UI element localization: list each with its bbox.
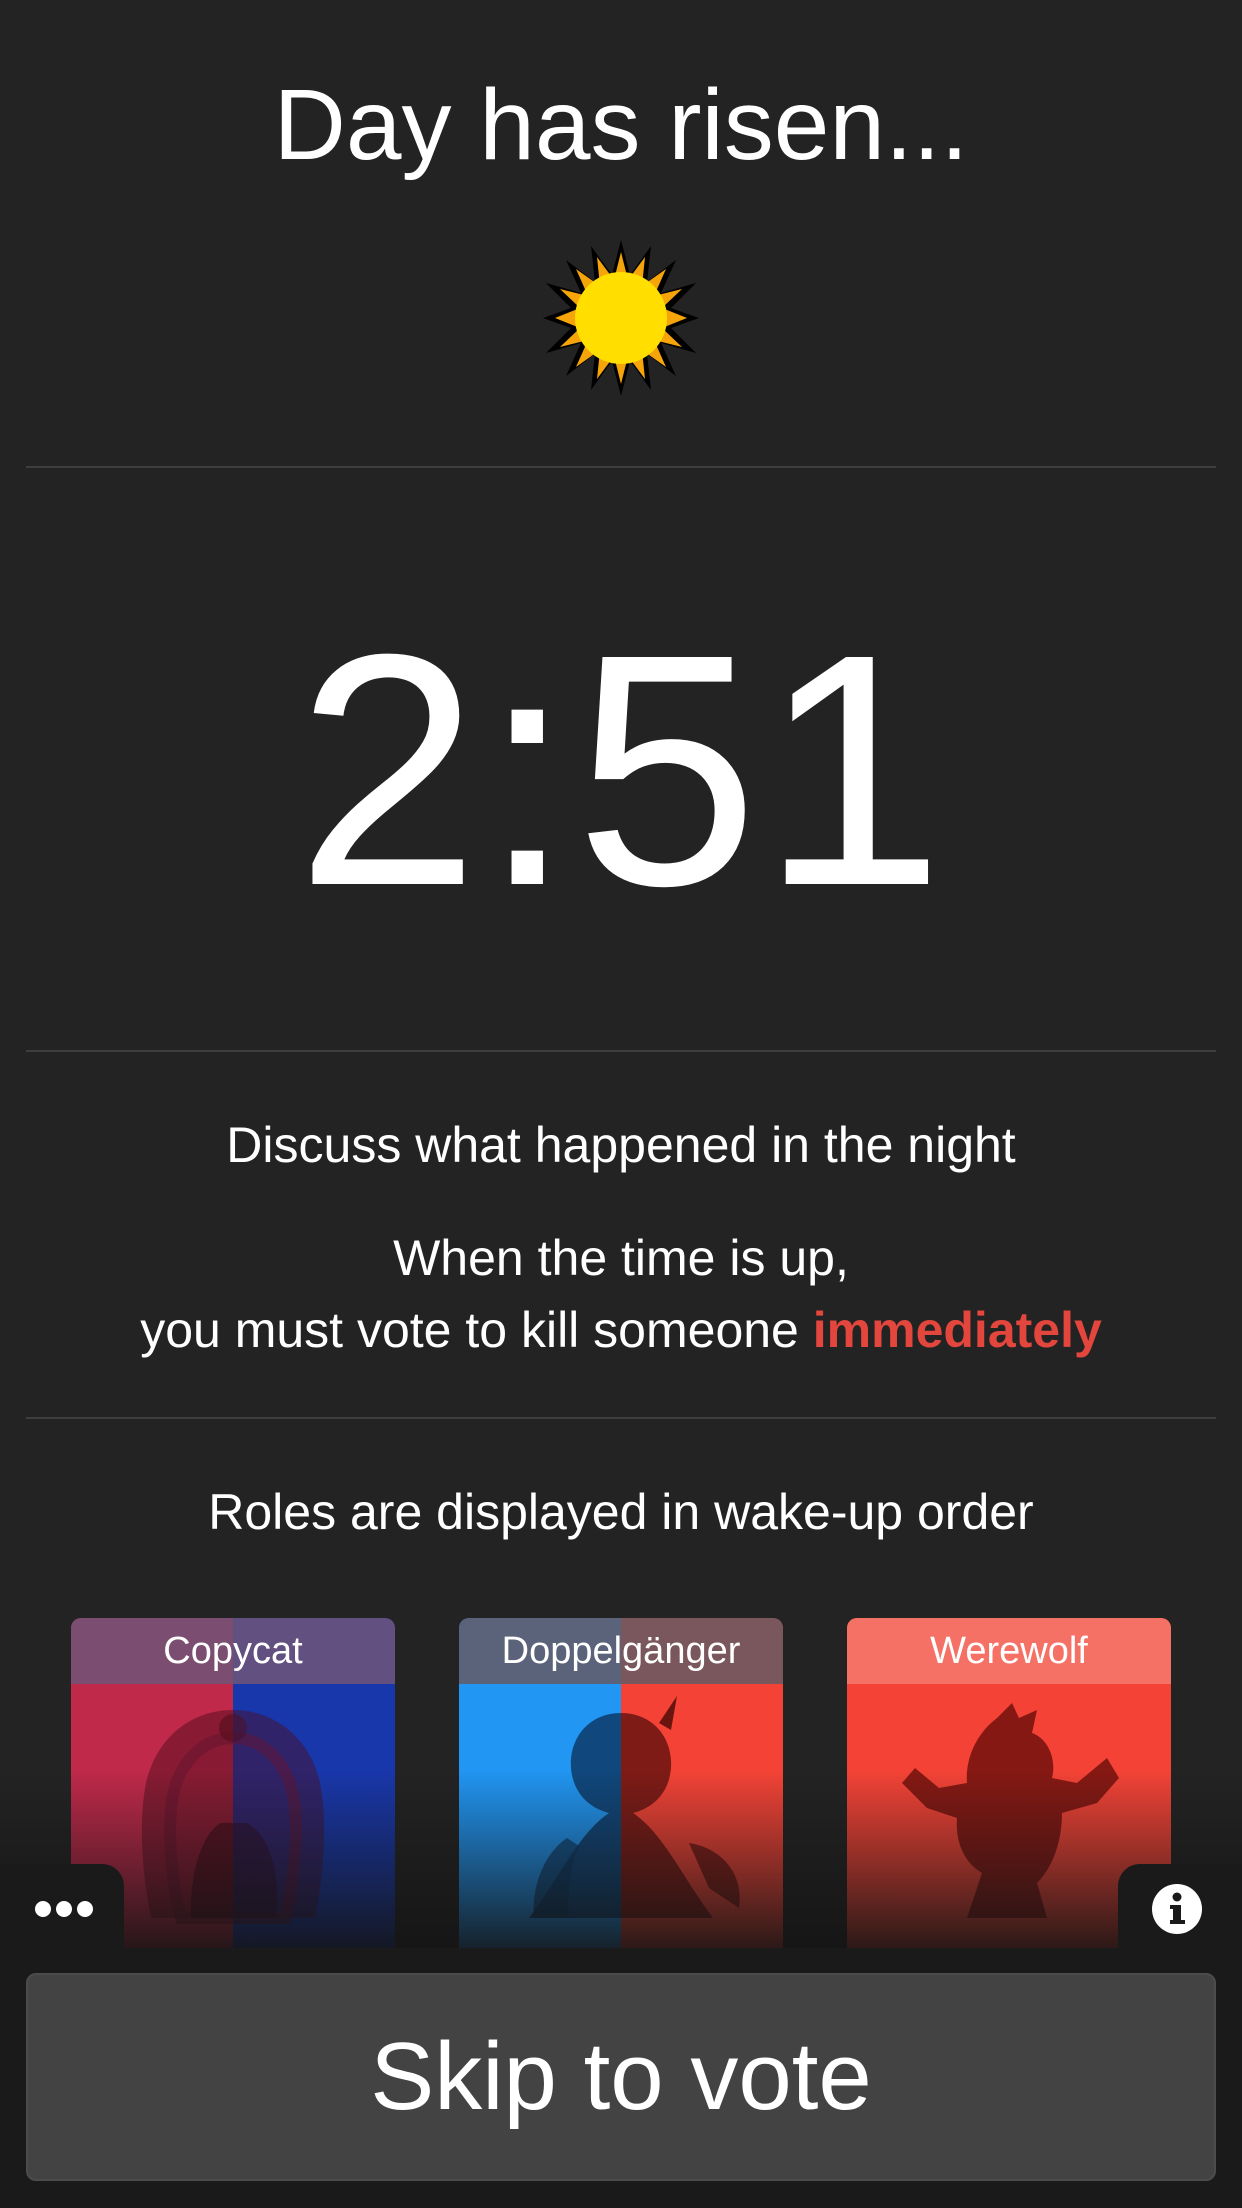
countdown-timer: 2:51 — [295, 585, 947, 954]
info-button[interactable] — [1118, 1864, 1242, 1954]
role-name: Doppelgänger — [459, 1618, 783, 1684]
role-card-doppelganger[interactable]: Doppelgänger — [459, 1618, 783, 1958]
emphasis-text: immediately — [812, 1302, 1102, 1358]
more-menu-button[interactable] — [0, 1864, 124, 1954]
role-cards: Copycat Doppelgänger Werewolf — [0, 1618, 1242, 1958]
divider — [26, 466, 1216, 468]
role-name: Werewolf — [847, 1618, 1171, 1684]
page-title: Day has risen... — [273, 69, 969, 181]
day-phase-screen: Day has risen... 2:51 Discuss what happe… — [0, 0, 1242, 2208]
skip-to-vote-button[interactable]: Skip to vote — [26, 1973, 1216, 2181]
vote-instruction-line1: When the time is up, — [393, 1230, 849, 1286]
role-name: Copycat — [71, 1618, 395, 1684]
divider — [26, 1050, 1216, 1052]
more-dots-icon — [35, 1901, 93, 1917]
sun-icon — [541, 238, 701, 398]
info-icon — [1152, 1884, 1202, 1934]
roles-caption: Roles are displayed in wake-up order — [208, 1484, 1034, 1540]
vote-instruction-text: you must vote to kill someone — [140, 1302, 813, 1358]
discuss-instruction: Discuss what happened in the night — [226, 1117, 1016, 1173]
vote-instruction-line2: you must vote to kill someone immediatel… — [0, 1294, 1242, 1366]
divider — [26, 1417, 1216, 1419]
